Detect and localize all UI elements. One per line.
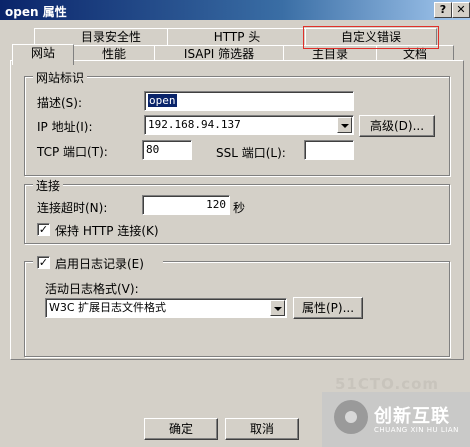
timeout-unit-label: 秒 <box>233 201 246 215</box>
keepalive-checkbox[interactable]: ✓ <box>37 223 50 236</box>
close-button[interactable]: ✕ <box>452 2 470 18</box>
site-identity-group-title: 网站标识 <box>33 69 88 86</box>
help-button[interactable]: ? <box>434 2 452 18</box>
enable-logging-label: 启用日志记录(E) <box>55 257 144 271</box>
title-bar: open 属性 ? ✕ <box>0 0 470 20</box>
ssl-port-label: SSL 端口(L): <box>216 146 286 160</box>
connection-timeout-field[interactable]: 120 <box>142 195 230 215</box>
ip-address-value: 192.168.94.137 <box>148 118 241 131</box>
window-title: open 属性 <box>5 5 67 19</box>
brand-name-cn: 创新互联 <box>374 406 450 427</box>
tcp-port-label: TCP 端口(T): <box>37 145 108 159</box>
cancel-button[interactable]: 取消 <box>225 418 299 440</box>
website-tab-panel: 网站标识 描述(S): open IP 地址(I): 192.168.94.13… <box>10 60 464 360</box>
log-format-dropdown[interactable]: W3C 扩展日志文件格式 <box>45 298 287 318</box>
chevron-down-icon[interactable] <box>270 300 285 316</box>
connections-group-title: 连接 <box>33 177 64 194</box>
brand-name-en: CHUANG XIN HU LIAN <box>374 426 459 434</box>
tab-http-headers[interactable]: HTTP 头 <box>167 28 307 46</box>
description-field[interactable]: open <box>144 91 354 111</box>
description-value: open <box>148 94 177 107</box>
description-label: 描述(S): <box>37 96 83 110</box>
ssl-port-field[interactable] <box>304 140 354 160</box>
ip-address-dropdown[interactable]: 192.168.94.137 <box>144 115 354 135</box>
log-properties-button[interactable]: 属性(P)... <box>293 297 363 319</box>
chevron-down-icon[interactable] <box>337 117 352 133</box>
brand-watermark: 创新互联 CHUANG XIN HU LIAN <box>322 392 470 447</box>
enable-logging-checkbox[interactable]: ✓ <box>37 256 50 269</box>
tab-website[interactable]: 网站 <box>12 44 74 65</box>
ip-address-label: IP 地址(I): <box>37 120 93 134</box>
connection-timeout-label: 连接超时(N): <box>37 201 108 215</box>
tcp-port-field[interactable]: 80 <box>142 140 192 160</box>
log-format-label: 活动日志格式(V): <box>45 282 139 296</box>
custom-errors-highlight <box>303 26 439 49</box>
watermark-site-text: 51CTO.com <box>335 375 440 393</box>
brand-logo-icon <box>334 400 368 434</box>
keepalive-label: 保持 HTTP 连接(K) <box>55 224 159 238</box>
advanced-button[interactable]: 高级(D)... <box>359 115 435 137</box>
ok-button[interactable]: 确定 <box>144 418 218 440</box>
log-format-value: W3C 扩展日志文件格式 <box>49 301 167 314</box>
